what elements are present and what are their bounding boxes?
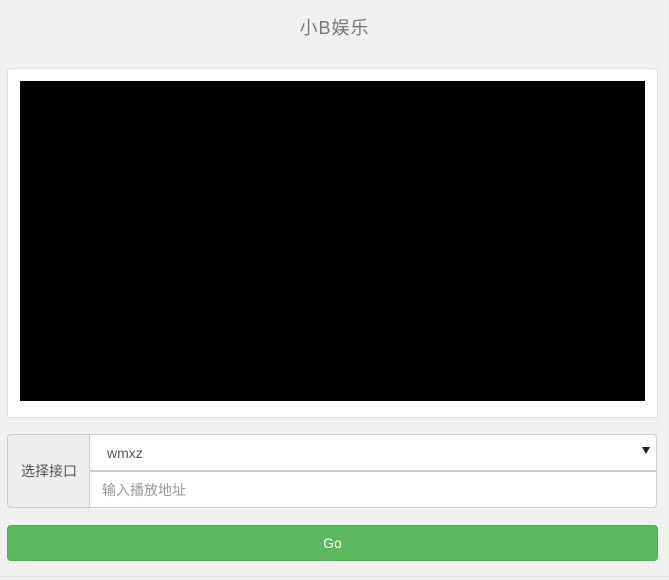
interface-select[interactable]: wmxz [89,434,657,471]
play-url-input[interactable] [89,471,657,508]
bottom-divider [0,576,669,577]
video-player[interactable] [20,81,645,401]
go-button[interactable]: Go [7,525,658,561]
page: 小B娱乐 选择接口 wmxz Go [0,0,669,580]
interface-label: 选择接口 [7,434,90,508]
page-title: 小B娱乐 [299,18,370,38]
player-card [7,68,658,418]
interface-form-group: 选择接口 wmxz [7,434,658,508]
interface-select-value: wmxz [107,444,143,461]
chevron-down-icon [642,447,650,454]
